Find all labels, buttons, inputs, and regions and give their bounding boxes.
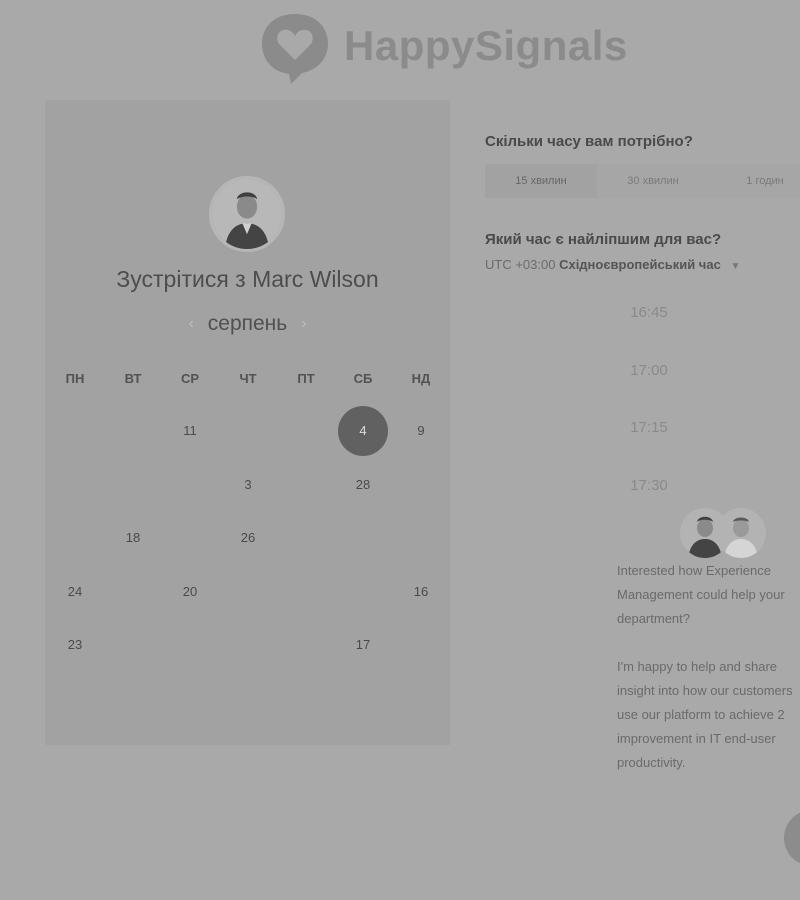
- chat-message: Interested how Experience Management cou…: [617, 559, 800, 799]
- timezone-dropdown[interactable]: UTC +03:00 Східноєвропейський час ▼: [485, 257, 740, 272]
- time-slot[interactable]: 17:00: [560, 351, 738, 391]
- caret-down-icon: ▼: [730, 261, 741, 272]
- brand-logo: HappySignals: [258, 8, 628, 88]
- calendar-panel: Зустрітися з Marc Wilson ‹ серпень › ПН …: [45, 100, 450, 745]
- calendar-day[interactable]: 26: [223, 513, 273, 563]
- brand-name: HappySignals: [344, 22, 628, 69]
- weekday-label: ПТ: [297, 371, 315, 386]
- meet-title: Зустрітися з Marc Wilson: [116, 266, 379, 292]
- calendar-day: [108, 406, 158, 456]
- weekday-label: СБ: [353, 371, 373, 386]
- weekday-label: ПН: [65, 371, 85, 386]
- calendar-day[interactable]: 20: [165, 567, 215, 617]
- time-slot[interactable]: 17:30: [560, 466, 738, 506]
- calendar-day[interactable]: 3: [223, 460, 273, 510]
- calendar-day[interactable]: 28: [338, 460, 388, 510]
- duration-option-60[interactable]: 1 годин: [709, 164, 800, 198]
- host-avatar: [209, 176, 285, 252]
- duration-option-15[interactable]: 15 хвилин: [485, 164, 597, 198]
- chat-message-1: Interested how Experience Management cou…: [617, 563, 785, 626]
- month-label: серпень: [207, 312, 288, 335]
- calendar-day[interactable]: 23: [50, 620, 100, 670]
- duration-question: Скільки часу вам потрібно?: [485, 133, 693, 150]
- calendar-day[interactable]: 11: [165, 406, 215, 456]
- calendar-day-selected[interactable]: 4: [338, 406, 388, 456]
- heart-speech-bubble-icon: [258, 10, 332, 86]
- timezone-offset: UTC +03:00: [485, 257, 556, 272]
- chevron-left-icon[interactable]: ‹: [174, 315, 207, 333]
- weekday-label: ЧТ: [239, 371, 257, 386]
- time-question: Який час є найліпшим для вас?: [485, 231, 722, 248]
- agent-avatar: [716, 508, 766, 558]
- weekday-label: НД: [411, 371, 431, 386]
- calendar-day[interactable]: 16: [396, 567, 446, 617]
- duration-selector: 15 хвилин 30 хвилин 1 годин: [485, 164, 800, 198]
- time-slot[interactable]: 17:15: [560, 408, 738, 448]
- weekday-label: ВТ: [124, 371, 142, 386]
- weekday-label: СР: [180, 371, 200, 386]
- chevron-right-icon[interactable]: ›: [287, 315, 320, 333]
- duration-option-30[interactable]: 30 хвилин: [597, 164, 709, 198]
- calendar-day[interactable]: 17: [338, 620, 388, 670]
- calendar-day[interactable]: 18: [108, 513, 158, 563]
- chat-agent-avatars: [680, 508, 766, 558]
- calendar-day: [50, 406, 100, 456]
- month-navigation: ‹ серпень ›: [45, 312, 450, 336]
- calendar-day[interactable]: 24: [50, 567, 100, 617]
- timezone-name: Східноєвропейський час: [559, 257, 721, 272]
- chat-message-2: I'm happy to help and share insight into…: [617, 659, 793, 770]
- chat-launcher-button[interactable]: [784, 810, 800, 866]
- time-slot[interactable]: 16:45: [560, 293, 738, 333]
- calendar-day[interactable]: 9: [396, 406, 446, 456]
